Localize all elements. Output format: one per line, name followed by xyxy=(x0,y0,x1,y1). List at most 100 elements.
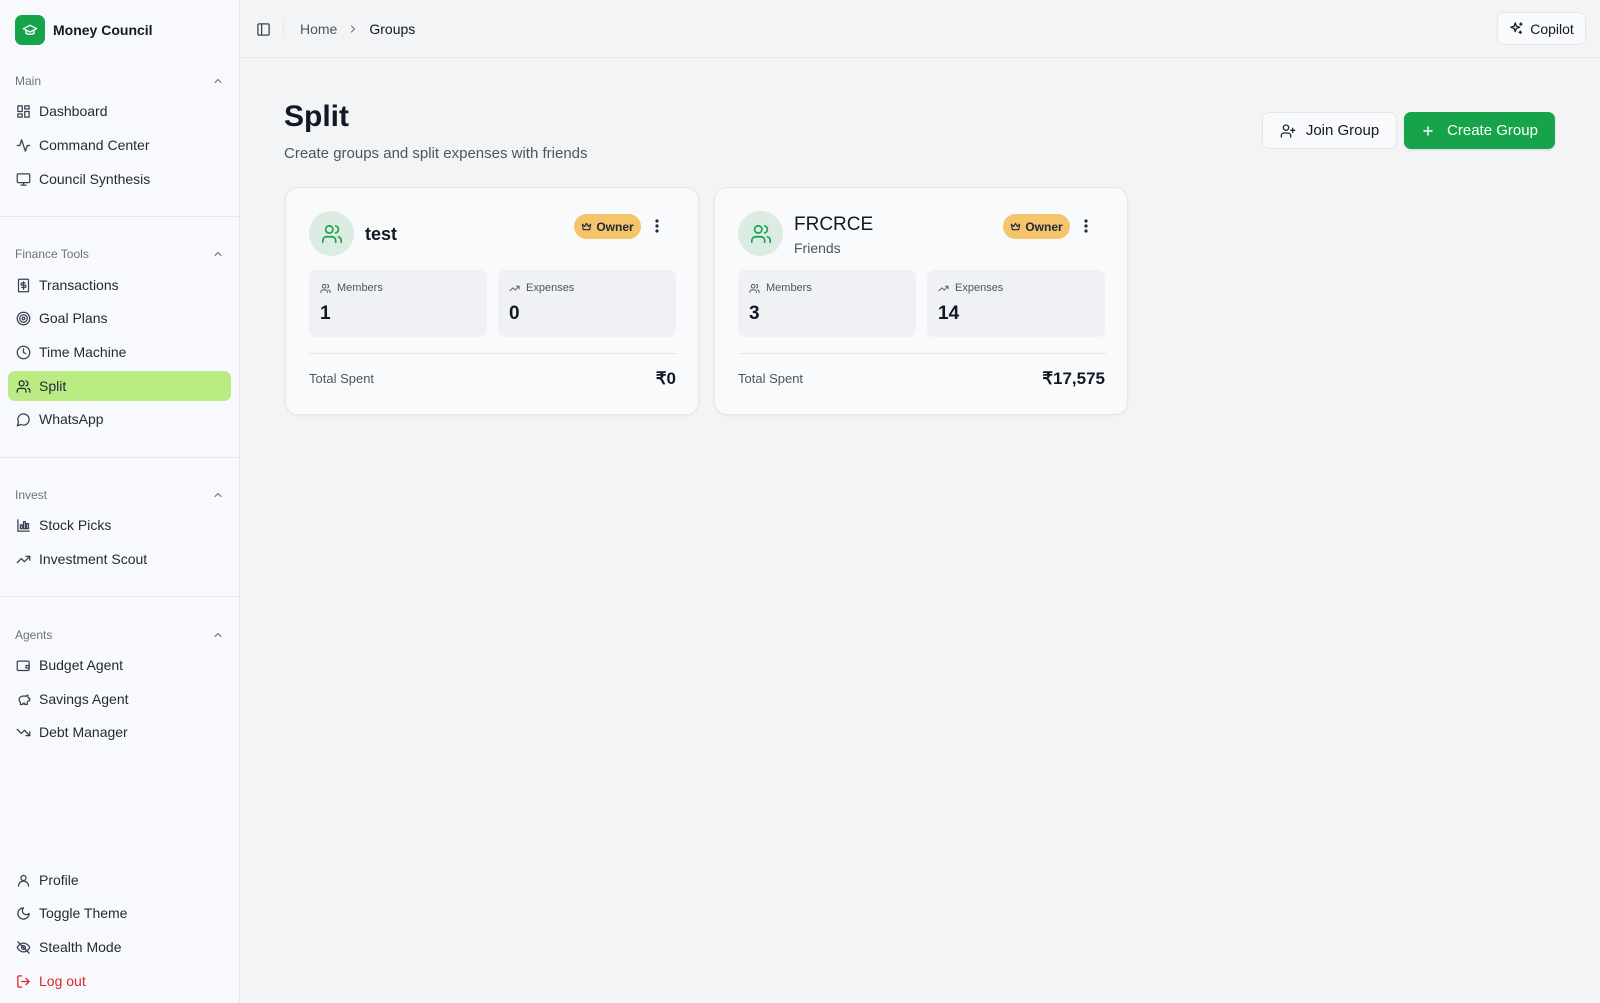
group-category: Friends xyxy=(794,240,841,256)
more-vertical-icon[interactable] xyxy=(1077,215,1095,237)
create-group-button[interactable]: Create Group xyxy=(1404,112,1555,149)
section-header[interactable]: Agents xyxy=(0,625,240,645)
sidebar-item-stealth-mode[interactable]: Stealth Mode xyxy=(8,932,231,962)
crown-icon xyxy=(1010,221,1021,232)
more-vertical-icon[interactable] xyxy=(648,215,666,237)
sidebar-item-split[interactable]: Split xyxy=(8,371,231,401)
create-group-label: Create Group xyxy=(1447,122,1538,139)
sidebar-item-time-machine[interactable]: Time Machine xyxy=(8,337,231,367)
sidebar-item-label: Budget Agent xyxy=(39,657,124,673)
trending-up-icon xyxy=(509,283,520,294)
members-stat: Members 3 xyxy=(738,270,916,337)
brand[interactable]: Money Council xyxy=(15,14,153,45)
sidebar-item-command-center[interactable]: Command Center xyxy=(8,130,231,160)
users-icon xyxy=(738,211,783,256)
group-card[interactable]: FRCRCE Friends Owner Members 3 Expenses … xyxy=(714,187,1128,415)
stat-label: Members xyxy=(766,282,812,294)
sidebar-item-label: Transactions xyxy=(39,277,119,293)
sidebar-item-whatsapp[interactable]: WhatsApp xyxy=(8,404,231,434)
sidebar-item-dashboard[interactable]: Dashboard xyxy=(8,96,231,126)
page-title: Split xyxy=(284,100,349,133)
total-spent-value: ₹0 xyxy=(655,369,676,388)
join-group-button[interactable]: Join Group xyxy=(1262,112,1397,149)
section-title: Finance Tools xyxy=(15,247,89,261)
breadcrumb: Home Groups xyxy=(300,20,415,38)
stat-label-row: Expenses xyxy=(938,282,1003,294)
sidebar-item-label: Command Center xyxy=(39,137,150,153)
breadcrumb-home[interactable]: Home xyxy=(300,21,337,37)
join-group-label: Join Group xyxy=(1305,122,1380,139)
total-spent-value: ₹17,575 xyxy=(1042,369,1105,388)
expenses-stat: Expenses 0 xyxy=(498,270,676,337)
trending-up-icon xyxy=(938,283,949,294)
owner-badge: Owner xyxy=(1003,214,1070,239)
members-stat: Members 1 xyxy=(309,270,487,337)
sidebar-item-label: Time Machine xyxy=(39,344,127,360)
users-icon xyxy=(309,211,354,256)
sidebar-item-label: Council Synthesis xyxy=(39,171,151,187)
chevron-right-icon xyxy=(347,23,359,35)
user-icon xyxy=(15,872,31,888)
page-subtitle: Create groups and split expenses with fr… xyxy=(284,145,588,162)
log-out-icon xyxy=(15,973,31,989)
section-title: Main xyxy=(15,74,42,88)
topbar: Home Groups Copilot xyxy=(240,0,1600,58)
divider xyxy=(0,596,240,597)
sidebar-item-investment-scout[interactable]: Investment Scout xyxy=(8,544,231,574)
divider xyxy=(738,353,1106,354)
eye-off-icon xyxy=(15,939,31,955)
stat-label-row: Expenses xyxy=(509,282,574,294)
group-card[interactable]: test Owner Members 1 Expenses 0 Total Sp… xyxy=(285,187,699,415)
plus-icon xyxy=(1421,124,1435,138)
section-header[interactable]: Invest xyxy=(0,485,240,505)
expenses-count: 0 xyxy=(509,303,520,324)
sidebar-toggle-icon[interactable] xyxy=(254,20,272,38)
stat-label: Expenses xyxy=(955,282,1004,294)
sidebar-item-council-synthesis[interactable]: Council Synthesis xyxy=(8,164,231,194)
clock-icon xyxy=(15,344,31,360)
users-icon xyxy=(749,283,760,294)
sidebar-item-label: Split xyxy=(39,378,67,394)
total-spent-label: Total Spent xyxy=(309,371,375,386)
sidebar-item-label: Investment Scout xyxy=(39,551,148,567)
sidebar-item-stock-picks[interactable]: Stock Picks xyxy=(8,510,231,540)
copilot-button[interactable]: Copilot xyxy=(1497,12,1586,45)
user-plus-icon xyxy=(1280,123,1296,139)
sidebar-item-debt-manager[interactable]: Debt Manager xyxy=(8,717,231,747)
sidebar-item-label: Log out xyxy=(39,973,86,989)
graduation-cap-icon xyxy=(15,14,45,45)
sidebar-item-label: Profile xyxy=(39,872,79,888)
sidebar-item-transactions[interactable]: Transactions xyxy=(8,270,231,300)
stat-label-row: Members xyxy=(749,282,812,294)
section-main: Main xyxy=(0,71,240,91)
sidebar-item-goal-plans[interactable]: Goal Plans xyxy=(8,303,231,333)
section-header[interactable]: Finance Tools xyxy=(0,244,240,264)
divider xyxy=(0,457,240,458)
section-header[interactable]: Main xyxy=(0,71,240,91)
sidebar-item-profile[interactable]: Profile xyxy=(8,865,231,895)
trending-down-icon xyxy=(15,724,31,740)
sidebar-item-toggle-theme[interactable]: Toggle Theme xyxy=(8,898,231,928)
sidebar-item-budget-agent[interactable]: Budget Agent xyxy=(8,650,231,680)
stat-label: Expenses xyxy=(526,282,575,294)
crown-icon xyxy=(581,221,592,232)
expenses-count: 14 xyxy=(938,303,960,324)
sidebar-item-log-out[interactable]: Log out xyxy=(8,966,231,996)
chevron-up-icon xyxy=(211,488,225,502)
badge-label: Owner xyxy=(596,219,634,234)
expenses-stat: Expenses 14 xyxy=(927,270,1105,337)
sidebar: Money Council Main Dashboard Command Cen… xyxy=(0,0,240,1003)
breadcrumb-current: Groups xyxy=(369,21,416,37)
sidebar-item-savings-agent[interactable]: Savings Agent xyxy=(8,684,231,714)
section-invest: Invest xyxy=(0,485,240,505)
target-icon xyxy=(15,310,31,326)
users-icon xyxy=(15,378,31,394)
badge-label: Owner xyxy=(1025,219,1063,234)
sidebar-item-label: Debt Manager xyxy=(39,724,128,740)
monitor-icon xyxy=(15,171,31,187)
users-icon xyxy=(320,283,331,294)
owner-badge: Owner xyxy=(574,214,641,239)
sidebar-item-label: Goal Plans xyxy=(39,310,108,326)
chevron-up-icon xyxy=(211,628,225,642)
group-name: test xyxy=(365,224,398,244)
